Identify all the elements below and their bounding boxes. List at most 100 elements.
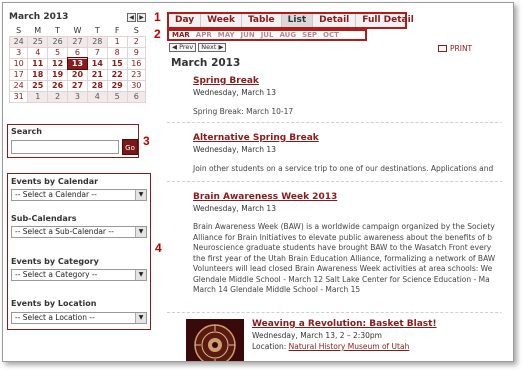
month-mar[interactable]: MAR (169, 31, 193, 39)
next-button[interactable]: Next ▶ (198, 43, 227, 52)
annotation-4: 4 (155, 241, 162, 255)
calendar-day[interactable]: 27 (67, 79, 88, 92)
event-title[interactable]: Alternative Spring Break (193, 133, 513, 143)
tab-table[interactable]: Table (242, 14, 282, 27)
calendar-day[interactable]: 20 (67, 68, 88, 81)
calendar-day[interactable]: 28 (86, 35, 108, 48)
event-title[interactable]: Spring Break (193, 76, 513, 86)
calendar-day[interactable]: 4 (27, 46, 49, 59)
print-link[interactable]: PRINT (438, 44, 472, 53)
calendar-day[interactable]: 18 (27, 68, 49, 81)
page-title: March 2013 (171, 57, 241, 69)
calendar-day[interactable]: 1 (27, 90, 49, 103)
event-description-line: Brain Awareness Week (BAW) is a worldwid… (193, 222, 495, 231)
filter-label-subcalendar: Sub-Calendars (11, 214, 77, 223)
search-panel: Search Go (7, 124, 139, 158)
event-description: Spring Break: March 10-17 (193, 107, 294, 116)
tab-week[interactable]: Week (201, 14, 242, 27)
calendar-day[interactable]: 19 (47, 68, 69, 81)
weekday-header: M (34, 25, 42, 35)
calendar-day[interactable]: 6 (126, 90, 147, 103)
weekday-header: F (114, 25, 120, 35)
tab-detail[interactable]: Detail (313, 14, 357, 27)
calendar-day[interactable]: 24 (8, 79, 29, 92)
print-label: PRINT (450, 44, 473, 53)
annotation-3: 3 (143, 134, 150, 148)
event-item: Brain Awareness Week 2013 Wednesday, Mar… (193, 192, 513, 296)
calendar-day[interactable]: 26 (47, 79, 69, 92)
month-oct[interactable]: OCT (320, 31, 342, 39)
month-jun[interactable]: JUN (238, 31, 258, 39)
event-item: Weaving a Revolution: Basket Blast! Wedn… (252, 319, 513, 351)
mini-calendar: March 2013 ◀ ▶ SMTWTFS 24 25 26 27 28 1 2 3 4 5 6 7… (8, 11, 147, 103)
calendar-day[interactable]: 17 (8, 68, 29, 81)
printer-icon (438, 45, 447, 52)
calendar-day[interactable]: 6 (67, 46, 88, 59)
calendar-day[interactable]: 2 (47, 90, 69, 103)
calendar-day-today[interactable]: 13 (66, 57, 89, 70)
prev-button[interactable]: ◀ Prev (169, 43, 197, 52)
event-title[interactable]: Weaving a Revolution: Basket Blast! (252, 319, 513, 329)
month-strip: MAR APR MAY JUN JUL AUG SEP OCT (167, 29, 367, 41)
month-may[interactable]: MAY (215, 31, 238, 39)
calendar-day[interactable]: 5 (106, 90, 128, 103)
calendar-day[interactable]: 10 (8, 57, 29, 70)
tab-day[interactable]: Day (169, 14, 202, 27)
search-input[interactable] (11, 140, 119, 154)
next-month-icon[interactable]: ▶ (137, 12, 146, 22)
calendar-day[interactable]: 15 (106, 57, 128, 70)
event-date: Wednesday, March 13 (193, 145, 276, 154)
calendar-day[interactable]: 8 (106, 46, 128, 59)
calendar-day[interactable]: 25 (27, 79, 49, 92)
calendar-day[interactable]: 29 (106, 79, 128, 92)
divider (167, 181, 513, 182)
month-sep[interactable]: SEP (299, 31, 320, 39)
event-description-line: Neuroscience graduate students have brou… (193, 243, 492, 252)
calendar-day[interactable]: 24 (8, 35, 29, 48)
calendar-day[interactable]: 28 (86, 79, 108, 92)
calendar-day[interactable]: 11 (27, 57, 49, 70)
prev-month-icon[interactable]: ◀ (127, 12, 136, 22)
calendar-day[interactable]: 1 (106, 35, 128, 48)
annotation-1: 1 (154, 10, 161, 24)
calendar-day[interactable]: 14 (86, 57, 108, 70)
go-button[interactable]: Go (122, 139, 138, 155)
calendar-day[interactable]: 4 (86, 90, 108, 103)
event-thumbnail[interactable] (186, 319, 244, 361)
tab-list[interactable]: List (281, 14, 314, 27)
subcalendar-select[interactable]: -- Select a Sub-Calendar -- ▼ (11, 226, 147, 238)
calendar-day[interactable]: 22 (106, 68, 128, 81)
calendar-day[interactable]: 12 (47, 57, 69, 70)
event-title[interactable]: Brain Awareness Week 2013 (193, 192, 513, 202)
dropdown-arrow-icon: ▼ (135, 270, 146, 280)
calendar-day[interactable]: 23 (126, 68, 147, 81)
calendar-day[interactable]: 5 (47, 46, 69, 59)
location-link[interactable]: Natural History Museum of Utah (289, 342, 410, 351)
calendar-day[interactable]: 2 (126, 35, 147, 48)
calendar-day[interactable]: 3 (67, 90, 88, 103)
calendar-day[interactable]: 30 (126, 79, 147, 92)
calendar-day[interactable]: 27 (67, 35, 88, 48)
calendar-day[interactable]: 9 (126, 46, 147, 59)
calendar-day[interactable]: 26 (47, 35, 69, 48)
calendar-day[interactable]: 25 (27, 35, 49, 48)
weekday-header: W (73, 25, 82, 35)
category-select[interactable]: -- Select a Category -- ▼ (11, 269, 147, 281)
filter-label-location: Events by Location (11, 299, 97, 308)
calendar-day[interactable]: 7 (86, 46, 108, 59)
calendar-month-title: March 2013 (9, 12, 69, 22)
month-apr[interactable]: APR (193, 31, 215, 39)
month-jul[interactable]: JUL (258, 31, 277, 39)
screenshot-frame: March 2013 ◀ ▶ SMTWTFS 24 25 26 27 28 1 2 3 4 5 6 7… (2, 2, 514, 362)
calendar-select-value: -- Select a Calendar -- (15, 190, 97, 199)
calendar-select[interactable]: -- Select a Calendar -- ▼ (11, 189, 147, 201)
filter-label-category: Events by Category (11, 257, 99, 266)
month-aug[interactable]: AUG (276, 31, 299, 39)
calendar-day[interactable]: 16 (126, 57, 147, 70)
tab-full-detail[interactable]: Full Detail (356, 14, 420, 27)
calendar-day[interactable]: 21 (86, 68, 108, 81)
location-select[interactable]: -- Select a Location -- ▼ (11, 312, 147, 324)
location-select-value: -- Select a Location -- (15, 313, 95, 322)
calendar-day[interactable]: 31 (8, 90, 29, 103)
calendar-day[interactable]: 3 (8, 46, 29, 59)
